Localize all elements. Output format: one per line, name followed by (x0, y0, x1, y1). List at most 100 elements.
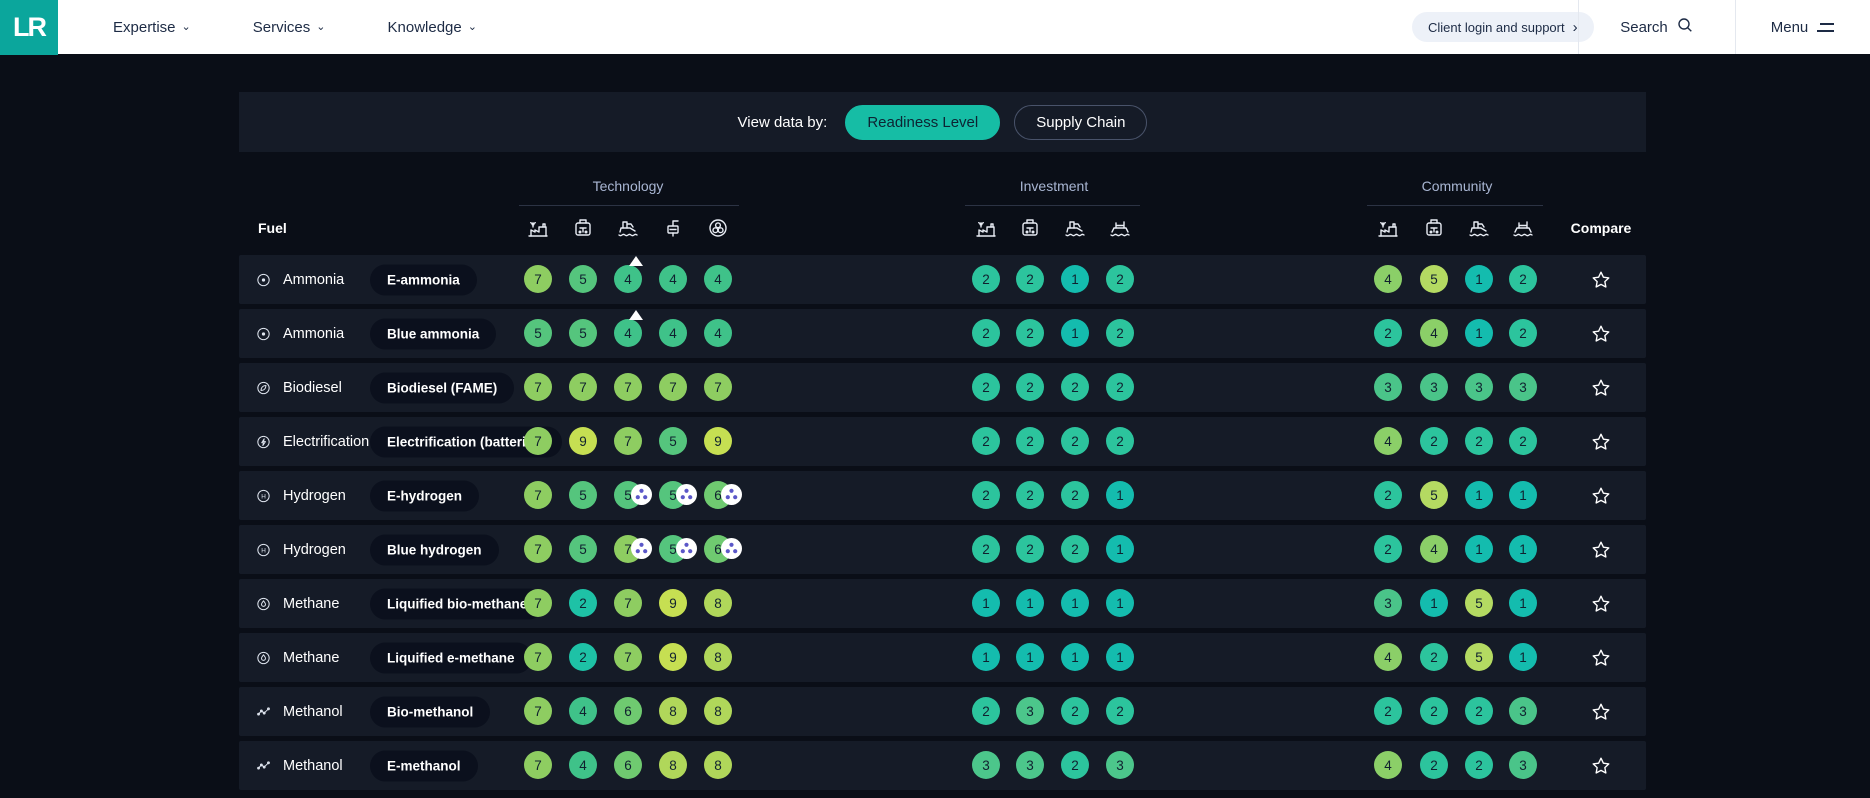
readiness-value: 1 (1116, 542, 1124, 557)
technology-readiness-badge: 8 (704, 697, 732, 725)
readiness-value: 2 (982, 542, 990, 557)
readiness-value: 7 (669, 380, 677, 395)
menu-button[interactable]: Menu (1735, 0, 1870, 54)
community-readiness-badge: 1 (1509, 643, 1537, 671)
readiness-value: 4 (1384, 650, 1392, 665)
fuel-variant-pill: E-hydrogen (370, 480, 479, 511)
readiness-value: 1 (1519, 542, 1527, 557)
client-login-button[interactable]: Client login and support › (1412, 12, 1594, 42)
technology-readiness-badge: 8 (659, 751, 687, 779)
toggle-readiness-level[interactable]: Readiness Level (845, 105, 1000, 140)
community-readiness-badge: 5 (1420, 481, 1448, 509)
readiness-value: 4 (714, 272, 722, 287)
readiness-value: 7 (624, 596, 632, 611)
community-readiness-badge: 1 (1465, 535, 1493, 563)
fuel-variant-pill: Blue hydrogen (370, 534, 499, 565)
readiness-value: 2 (1071, 758, 1079, 773)
compare-star-button[interactable] (1590, 755, 1612, 777)
readiness-value: 7 (534, 488, 542, 503)
compare-star-button[interactable] (1590, 539, 1612, 561)
chevron-down-icon: ⌄ (182, 20, 191, 33)
readiness-value: 7 (534, 758, 542, 773)
search-button[interactable]: Search (1578, 0, 1735, 54)
readiness-value: 7 (534, 542, 542, 557)
technology-readiness-badge: 5 (614, 481, 642, 509)
readiness-value: 1 (1116, 488, 1124, 503)
readiness-value: 1 (982, 596, 990, 611)
bunkering-ship-icon (1063, 216, 1087, 240)
fuel-name: Hydrogen (283, 542, 346, 558)
readiness-value: 8 (714, 704, 722, 719)
readiness-value: 3 (1116, 758, 1124, 773)
readiness-value: 2 (1071, 380, 1079, 395)
technology-readiness-badge: 7 (524, 535, 552, 563)
technology-readiness-badge: 7 (614, 589, 642, 617)
technology-readiness-badge: 4 (659, 265, 687, 293)
readiness-value: 5 (579, 488, 587, 503)
compare-star-button[interactable] (1590, 485, 1612, 507)
investment-readiness-badge: 2 (1061, 373, 1089, 401)
nav-item-knowledge[interactable]: Knowledge ⌄ (388, 19, 477, 36)
toggle-supply-chain[interactable]: Supply Chain (1014, 105, 1147, 140)
investment-readiness-badge: 2 (1016, 535, 1044, 563)
lr-logo[interactable]: LR (0, 0, 58, 55)
table-row: AmmoniaBlue ammonia5544422122412 (239, 309, 1646, 358)
menu-label: Menu (1771, 19, 1809, 36)
community-readiness-badge: 2 (1465, 751, 1493, 779)
fuel-variant-pill: Bio-methanol (370, 696, 490, 727)
readiness-value: 2 (982, 326, 990, 341)
nav-label: Expertise (113, 19, 176, 36)
compare-star-button[interactable] (1590, 647, 1612, 669)
readiness-value: 1 (1071, 596, 1079, 611)
compare-star-button[interactable] (1590, 377, 1612, 399)
technology-readiness-badge: 5 (569, 535, 597, 563)
readiness-value: 5 (579, 542, 587, 557)
investment-readiness-badge: 2 (972, 481, 1000, 509)
readiness-value: 3 (1519, 758, 1527, 773)
technology-readiness-badge: 7 (614, 643, 642, 671)
readiness-value: 7 (624, 434, 632, 449)
readiness-value: 7 (534, 380, 542, 395)
readiness-value: 2 (1519, 272, 1527, 287)
readiness-value: 1 (1475, 272, 1483, 287)
top-navigation-bar: LR Expertise ⌄ Services ⌄ Knowledge ⌄ Cl… (0, 0, 1870, 54)
fuel-column-header: Fuel (258, 220, 287, 236)
nav-item-expertise[interactable]: Expertise ⌄ (113, 19, 191, 36)
view-data-by-panel: View data by: Readiness Level Supply Cha… (239, 92, 1646, 152)
chevron-down-icon: ⌄ (468, 20, 477, 33)
readiness-value: 4 (1384, 272, 1392, 287)
view-data-by-label: View data by: (738, 114, 828, 131)
readiness-value: 2 (1116, 380, 1124, 395)
community-readiness-badge: 2 (1509, 319, 1537, 347)
community-readiness-badge: 2 (1420, 751, 1448, 779)
nav-label: Services (253, 19, 311, 36)
group-header-technology: Technology (593, 178, 664, 194)
investment-readiness-badge: 3 (972, 751, 1000, 779)
nav-item-services[interactable]: Services ⌄ (253, 19, 326, 36)
investment-readiness-badge: 2 (972, 697, 1000, 725)
compare-star-button[interactable] (1590, 323, 1612, 345)
fuel-variant-pill: E-methanol (370, 750, 478, 781)
readiness-value: 2 (1384, 326, 1392, 341)
readiness-value: 4 (669, 272, 677, 287)
community-readiness-badge: 4 (1374, 751, 1402, 779)
readiness-value: 3 (982, 758, 990, 773)
readiness-value: 5 (579, 272, 587, 287)
readiness-value: 1 (1475, 542, 1483, 557)
compare-star-button[interactable] (1590, 431, 1612, 453)
compare-column-header: Compare (1571, 220, 1632, 236)
table-row: AmmoniaE-ammonia7544422124512 (239, 255, 1646, 304)
readiness-value: 3 (1519, 704, 1527, 719)
readiness-value: 4 (624, 272, 632, 287)
readiness-value: 4 (1430, 326, 1438, 341)
investment-readiness-badge: 1 (1061, 265, 1089, 293)
community-readiness-badge: 1 (1465, 481, 1493, 509)
readiness-value: 4 (669, 326, 677, 341)
compare-star-button[interactable] (1590, 269, 1612, 291)
investment-readiness-badge: 2 (972, 265, 1000, 293)
compare-star-button[interactable] (1590, 593, 1612, 615)
technology-readiness-badge: 8 (704, 643, 732, 671)
investment-readiness-badge: 1 (972, 643, 1000, 671)
compare-star-button[interactable] (1590, 701, 1612, 723)
readiness-value: 7 (714, 380, 722, 395)
